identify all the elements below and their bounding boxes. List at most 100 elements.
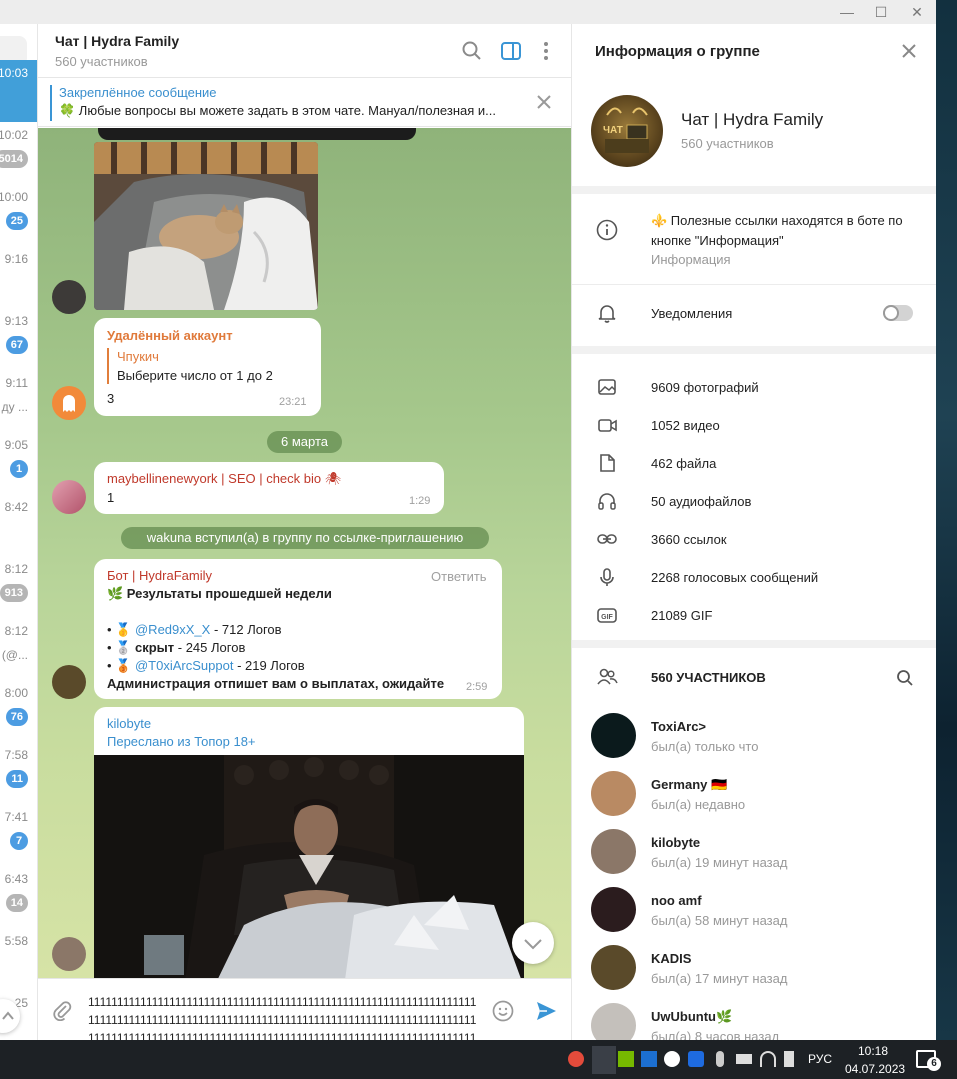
chat-list-item[interactable]: 6:43 14	[0, 866, 37, 928]
yandex-icon[interactable]	[664, 1051, 680, 1067]
chat-list-item[interactable]: 8:00 76	[0, 680, 37, 742]
media-row[interactable]: 1052 видео	[572, 408, 936, 444]
attach-icon[interactable]	[51, 999, 73, 1021]
reply-text[interactable]: Выберите число от 1 до 2	[117, 368, 273, 383]
sender-avatar[interactable]	[52, 480, 86, 514]
chat-list-item[interactable]: 10:02 5014	[0, 122, 37, 184]
more-options-icon[interactable]	[533, 38, 559, 64]
close-icon[interactable]	[900, 42, 918, 60]
divider	[572, 284, 936, 285]
member-avatar[interactable]	[591, 1003, 636, 1040]
chat-list-item[interactable]: 10:00 25	[0, 184, 37, 246]
chat-list-item[interactable]: 9:16	[0, 246, 37, 308]
member-row[interactable]: Germany 🇩🇪 был(а) недавно	[572, 771, 936, 823]
media-row[interactable]: GIF 21089 GIF	[572, 598, 936, 634]
volume-icon[interactable]	[784, 1051, 794, 1067]
close-button[interactable]: ✕	[906, 2, 928, 22]
member-row[interactable]: UwUbuntu🌿 был(а) 8 часов назад	[572, 1003, 936, 1040]
chat-list-item[interactable]: 8:12 913	[0, 556, 37, 618]
scroll-down-button[interactable]	[512, 922, 554, 964]
chat-list-item[interactable]: 9:05 1	[0, 432, 37, 494]
emoji-icon[interactable]	[491, 999, 515, 1023]
user-mention-link[interactable]: @T0xiArcSuppot	[135, 658, 233, 673]
search-icon[interactable]	[895, 668, 915, 688]
member-avatar[interactable]	[591, 829, 636, 874]
chat-list-item[interactable]: 7:41 7	[0, 804, 37, 866]
description-label: Информация	[651, 252, 731, 267]
bluetooth-icon[interactable]	[688, 1051, 704, 1067]
ghost-avatar[interactable]	[52, 386, 86, 420]
app-tray-icon[interactable]	[568, 1051, 584, 1067]
telegram-tray-icon[interactable]	[592, 1046, 616, 1074]
l-app-icon[interactable]	[641, 1051, 657, 1067]
chat-title: Чат | Hydra Family	[55, 33, 180, 49]
cat-photo[interactable]	[94, 142, 318, 310]
member-row[interactable]: ToxiArc> был(а) только что	[572, 713, 936, 765]
message-sender[interactable]: maybellinenewyork | SEO | check bio 🕷	[107, 471, 341, 487]
media-row[interactable]: 9609 фотографий	[572, 370, 936, 406]
microphone-icon[interactable]	[716, 1051, 724, 1067]
forwarded-from[interactable]: Переслано из Топор 18+	[107, 734, 256, 749]
chat-list: 10:03 10:02 5014 10:00 25 9:16 9:13 67 9:11 ду ..…	[0, 24, 38, 1040]
message-sender[interactable]: Удалённый аккаунт	[107, 328, 233, 343]
media-row[interactable]: 2268 голосовых сообщений	[572, 560, 936, 596]
language-indicator[interactable]: РУС	[808, 1052, 832, 1066]
panel-title: Информация о группе	[595, 43, 760, 60]
link-icon	[597, 534, 617, 544]
message-bubble: Бот | HydraFamily Ответить 🌿 Результаты …	[94, 559, 502, 699]
battery-icon[interactable]	[736, 1054, 752, 1064]
media-row[interactable]: 3660 ссылок	[572, 522, 936, 558]
clock-date[interactable]: 04.07.2023	[845, 1062, 905, 1076]
search-icon[interactable]	[459, 38, 485, 64]
wifi-icon[interactable]	[760, 1051, 776, 1067]
chat-list-item[interactable]: 10:03	[0, 60, 37, 122]
maximize-button[interactable]: ☐	[870, 2, 892, 22]
user-mention-link[interactable]: @Red9xX_X	[135, 622, 210, 637]
chat-area: Чат | Hydra Family 560 участников Закреп…	[38, 24, 571, 1040]
minimize-button[interactable]: —	[836, 2, 858, 22]
chat-list-item[interactable]: 5:58	[0, 928, 37, 990]
pinned-message[interactable]: Закреплённое сообщение 🍀 Любые вопросы в…	[38, 79, 571, 127]
close-icon[interactable]	[535, 93, 553, 111]
member-row[interactable]: kilobyte был(а) 19 минут назад	[572, 829, 936, 881]
clock-time[interactable]: 10:18	[858, 1044, 888, 1058]
message-sender[interactable]: kilobyte	[107, 716, 151, 731]
sender-avatar[interactable]	[52, 937, 86, 971]
member-row[interactable]: KADIS был(а) 17 минут назад	[572, 945, 936, 997]
notifications-toggle[interactable]	[883, 305, 913, 321]
bot-avatar[interactable]	[52, 665, 86, 699]
sender-avatar[interactable]	[52, 280, 86, 314]
member-avatar[interactable]	[591, 771, 636, 816]
chat-list-item[interactable]: 8:12 l (@...	[0, 618, 37, 680]
reply-button[interactable]: Ответить	[431, 569, 487, 584]
chat-list-item[interactable]: 8:42	[0, 494, 37, 556]
media-label: 50 аудиофайлов	[651, 494, 752, 509]
chat-header[interactable]: Чат | Hydra Family 560 участников	[38, 24, 571, 78]
chat-list-item[interactable]: 9:11 ду ...	[0, 370, 37, 432]
member-avatar[interactable]	[591, 713, 636, 758]
group-avatar[interactable]: ЧАТ	[591, 95, 663, 167]
nvidia-icon[interactable]	[618, 1051, 634, 1067]
media-row[interactable]: 50 аудиофайлов	[572, 484, 936, 520]
sidebar-toggle-icon[interactable]	[498, 38, 524, 64]
group-description: ⚜️ Полезные ссылки находятся в боте по к…	[651, 213, 903, 248]
send-icon[interactable]	[534, 999, 558, 1023]
message-input[interactable]: 1111111111111111111111111111111111111111…	[88, 993, 478, 1040]
message-list: Удалённый аккаунт Чпукич Выберите число …	[38, 128, 571, 978]
bell-icon	[598, 305, 616, 323]
message-sender[interactable]: Бот | HydraFamily	[107, 568, 212, 583]
chat-list-item[interactable]: 9:13 67	[0, 308, 37, 370]
result-row-2: • 🥈 скрыт - 245 Логов	[107, 640, 246, 655]
reply-sender[interactable]: Чпукич	[117, 349, 159, 364]
chat-list-item[interactable]: 7:58 11	[0, 742, 37, 804]
member-avatar[interactable]	[591, 945, 636, 990]
member-name: Germany 🇩🇪	[651, 777, 728, 792]
notification-center-icon[interactable]: 6	[916, 1050, 941, 1071]
member-status: был(а) 8 часов назад	[651, 1029, 780, 1040]
member-avatar[interactable]	[591, 887, 636, 932]
message-text: 3	[107, 391, 115, 406]
media-row[interactable]: 462 файла	[572, 446, 936, 482]
member-row[interactable]: noo amf был(а) 58 минут назад	[572, 887, 936, 939]
forwarded-gif[interactable]	[94, 755, 524, 978]
media-label: 2268 голосовых сообщений	[651, 570, 819, 585]
